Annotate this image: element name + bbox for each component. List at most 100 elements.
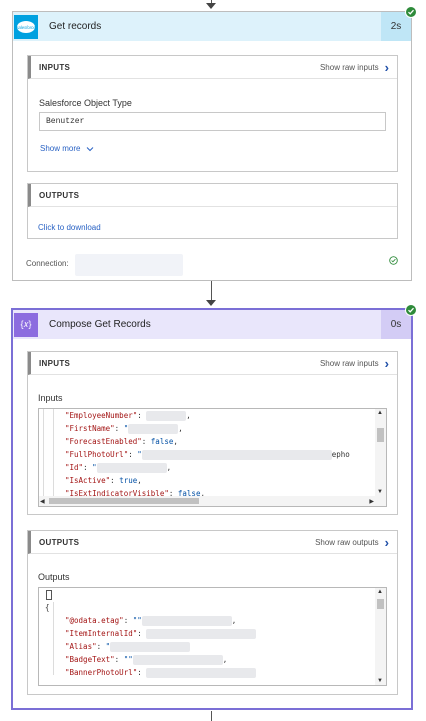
horizontal-scrollbar[interactable]: ◀ ▶: [39, 496, 375, 506]
json-tail: ,: [222, 655, 228, 664]
json-value: false: [150, 437, 174, 446]
scroll-right-icon[interactable]: ▶: [369, 498, 374, 505]
show-raw-outputs-label: Show raw outputs: [315, 537, 379, 547]
text-cursor: [46, 590, 52, 600]
code-line: "FullPhotoUrl": " epho: [65, 450, 372, 463]
scroll-down-icon[interactable]: ▼: [377, 678, 383, 684]
show-raw-inputs-button[interactable]: Show raw inputs ›: [320, 61, 389, 74]
chevron-right-icon: ›: [384, 534, 389, 550]
card-header[interactable]: {𝑥} Compose Get Records 0s: [13, 304, 417, 339]
flow-connector-middle: [211, 281, 212, 301]
redacted-value: [141, 616, 232, 626]
flow-connector-bottom: [211, 711, 212, 721]
show-raw-inputs-label: Show raw inputs: [319, 62, 379, 72]
scroll-up-icon[interactable]: ▲: [377, 410, 383, 416]
arrow-down-icon: [206, 300, 216, 306]
action-card-compose[interactable]: {𝑥} Compose Get Records 0s INPUTS Show r…: [12, 304, 417, 709]
json-tail: epho: [331, 450, 350, 459]
click-to-download-link[interactable]: Click to download: [38, 223, 101, 232]
chevron-right-icon: ›: [384, 59, 389, 75]
redacted-value: [141, 450, 332, 460]
action-card-get-records[interactable]: salesforce Get records 2s INPUTS Show ra…: [12, 6, 417, 281]
json-separator: :: [114, 424, 124, 433]
json-separator: :: [96, 642, 106, 651]
show-more-label: Show more: [40, 144, 81, 153]
code-line: "BannerPhotoUrl":: [65, 668, 372, 681]
redacted-value: [128, 424, 179, 434]
json-separator: :: [83, 463, 93, 472]
indent-guide: [43, 409, 44, 496]
json-tail: ,: [231, 616, 237, 625]
json-key: "BannerPhotoUrl": [65, 668, 138, 677]
inputs-section: INPUTS Show raw inputs › Salesforce Obje…: [27, 55, 398, 172]
redacted-value: [146, 629, 257, 639]
code-line: "BadgeText": "",: [65, 655, 372, 668]
json-value: true: [119, 476, 138, 485]
connection-value-redacted: [75, 254, 183, 276]
salesforce-icon: salesforce: [14, 14, 38, 39]
code-line: "EmployeeNumber": ,: [65, 411, 372, 424]
scroll-thumb[interactable]: [377, 599, 384, 609]
json-separator: :: [137, 629, 147, 638]
chevron-down-icon: [87, 146, 94, 151]
scroll-thumb[interactable]: [377, 428, 384, 442]
json-value: "": [132, 616, 142, 625]
indent-guide: [53, 409, 54, 496]
scroll-thumb[interactable]: [49, 498, 199, 504]
card-title: Compose Get Records: [49, 319, 151, 330]
svg-text:salesforce: salesforce: [16, 24, 36, 29]
outputs-label: OUTPUTS: [39, 190, 80, 200]
outputs-json-viewer[interactable]: { "@odata.etag": "", "ItemInternalId": "A…: [38, 587, 387, 686]
inputs-json-label: Inputs: [38, 393, 63, 403]
show-raw-outputs-button[interactable]: Show raw outputs ›: [315, 536, 389, 549]
json-key: "FullPhotoUrl": [65, 450, 129, 459]
show-raw-inputs-button[interactable]: Show raw inputs ›: [320, 357, 389, 370]
redacted-value: [132, 655, 223, 665]
outputs-section: OUTPUTS Show raw outputs › Outputs { "@o…: [27, 530, 398, 695]
outputs-header: OUTPUTS Show raw outputs ›: [28, 531, 397, 554]
card-header[interactable]: salesforce Get records 2s: [13, 6, 417, 41]
code-line: "ItemInternalId":: [65, 629, 372, 642]
redacted-value: [146, 411, 187, 421]
object-type-field[interactable]: Benutzer: [39, 112, 386, 131]
redacted-value: [96, 463, 167, 473]
compose-icon: {𝑥}: [14, 312, 38, 337]
code-line: "ForecastEnabled": false,: [65, 437, 372, 450]
card-title: Get records: [49, 21, 102, 32]
json-tail: ,: [173, 437, 178, 446]
json-tail: ,: [137, 476, 142, 485]
outputs-json-label: Outputs: [38, 572, 70, 582]
show-more-link[interactable]: Show more: [40, 144, 94, 153]
json-tail: ,: [178, 424, 183, 433]
vertical-scrollbar[interactable]: ▲ ▼: [375, 409, 386, 506]
json-tail: ,: [186, 411, 191, 420]
success-check-icon: [405, 6, 417, 18]
vertical-scrollbar[interactable]: ▲ ▼: [375, 588, 386, 685]
scroll-left-icon[interactable]: ◀: [40, 498, 45, 505]
code-line: "Alias": ": [65, 642, 372, 655]
json-key: "Id": [65, 463, 84, 472]
inputs-json-viewer[interactable]: "EmployeeNumber": , "FirstName": ", "Forec…: [38, 408, 387, 507]
outputs-section: OUTPUTS Click to download: [27, 183, 398, 239]
indent-guide: [53, 602, 54, 675]
inputs-code-lines: "EmployeeNumber": , "FirstName": ", "Forec…: [65, 411, 372, 502]
scroll-up-icon[interactable]: ▲: [377, 589, 383, 595]
json-separator: :: [137, 411, 147, 420]
json-key: "ForecastEnabled": [65, 437, 142, 446]
json-value: ": [92, 463, 97, 472]
open-brace: {: [45, 603, 50, 612]
json-separator: :: [114, 655, 124, 664]
duration-text: 0s: [390, 319, 402, 330]
json-separator: :: [137, 668, 147, 677]
arrow-down-icon: [206, 3, 216, 9]
code-line: "FirstName": ",: [65, 424, 372, 437]
code-line: "IsActive": true,: [65, 476, 372, 489]
json-key: "@odata.etag": [65, 616, 124, 625]
code-line: "Id": ",: [65, 463, 372, 476]
inputs-label: INPUTS: [39, 62, 71, 72]
json-key: "ItemInternalId": [65, 629, 138, 638]
json-separator: :: [110, 476, 120, 485]
inputs-header: INPUTS Show raw inputs ›: [28, 56, 397, 79]
show-raw-inputs-label: Show raw inputs: [319, 358, 379, 368]
scroll-down-icon[interactable]: ▼: [377, 489, 383, 495]
